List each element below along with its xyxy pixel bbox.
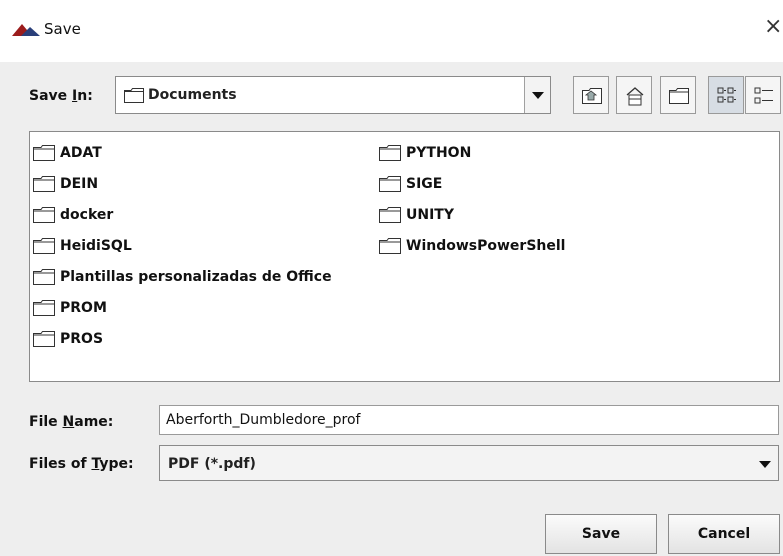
folder-name: UNITY: [406, 207, 454, 223]
file-name-input[interactable]: [159, 405, 779, 435]
folder-name: PROS: [60, 331, 104, 347]
list-item[interactable]: SIGE: [379, 173, 442, 195]
up-one-level-button[interactable]: [573, 76, 609, 114]
new-folder-icon: [669, 88, 689, 104]
folder-name: WindowsPowerShell: [406, 238, 566, 254]
create-new-folder-button[interactable]: [660, 76, 696, 114]
folder-icon: [379, 176, 401, 192]
home-button[interactable]: [616, 76, 652, 114]
up-folder-icon: [582, 88, 602, 104]
files-of-type-label: Files of Type:: [29, 456, 134, 472]
chevron-down-icon[interactable]: [752, 446, 778, 480]
list-item[interactable]: docker: [33, 204, 113, 226]
folder-icon: [33, 145, 55, 161]
list-item[interactable]: HeidiSQL: [33, 235, 132, 257]
folder-name: PROM: [60, 300, 107, 316]
details-view-icon: [754, 87, 773, 104]
window-title: Save: [44, 20, 81, 38]
folder-icon: [33, 331, 55, 347]
title-bar: Save ×: [0, 0, 783, 62]
folder-icon: [33, 269, 55, 285]
folder-icon: [124, 88, 144, 103]
folder-name: SIGE: [406, 176, 443, 192]
save-in-label: Save In:: [29, 88, 93, 104]
folder-icon: [379, 238, 401, 254]
list-item[interactable]: PROM: [33, 297, 107, 319]
list-view-button[interactable]: [708, 76, 744, 114]
close-icon[interactable]: ×: [764, 14, 782, 39]
list-view-icon: [717, 87, 736, 103]
folder-icon: [33, 207, 55, 223]
file-list[interactable]: ADAT DEIN docker HeidiSQL Plantillas per…: [29, 131, 780, 382]
folder-name: HeidiSQL: [60, 238, 132, 254]
save-in-value: Documents: [148, 87, 237, 103]
folder-icon: [33, 238, 55, 254]
save-in-dropdown[interactable]: Documents: [115, 76, 551, 114]
list-item[interactable]: ADAT: [33, 142, 102, 164]
java-cup-icon: [12, 24, 40, 36]
folder-name: ADAT: [60, 145, 102, 161]
folder-icon: [379, 145, 401, 161]
list-item[interactable]: Plantillas personalizadas de Office: [33, 266, 332, 288]
list-item[interactable]: PYTHON: [379, 142, 471, 164]
files-of-type-dropdown[interactable]: PDF (*.pdf): [159, 445, 779, 481]
list-item[interactable]: UNITY: [379, 204, 454, 226]
details-view-button[interactable]: [745, 76, 781, 114]
folder-name: docker: [60, 207, 114, 223]
list-item[interactable]: WindowsPowerShell: [379, 235, 565, 257]
save-button[interactable]: Save: [545, 514, 657, 554]
folder-name: DEIN: [60, 176, 99, 192]
folder-icon: [379, 207, 401, 223]
folder-icon: [33, 176, 55, 192]
list-item[interactable]: PROS: [33, 328, 103, 350]
home-icon: [626, 87, 644, 106]
files-of-type-value: PDF (*.pdf): [168, 456, 256, 472]
list-item[interactable]: DEIN: [33, 173, 98, 195]
chevron-down-icon[interactable]: [524, 77, 550, 113]
folder-icon: [33, 300, 55, 316]
folder-name: Plantillas personalizadas de Office: [60, 269, 332, 285]
cancel-button[interactable]: Cancel: [668, 514, 780, 554]
folder-name: PYTHON: [406, 145, 472, 161]
file-name-label: File Name:: [29, 414, 114, 430]
